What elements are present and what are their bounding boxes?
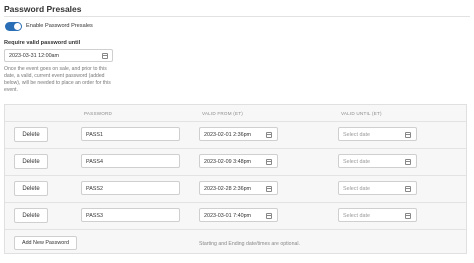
valid-from-value: 2023-03-01 7:40pm [204,213,252,219]
require-until-date-field[interactable]: 2023-03-31 12:00am [4,49,113,62]
valid-until-input[interactable]: Select date [338,181,417,195]
valid-from-input[interactable]: 2023-02-01 2:36pm [199,127,278,141]
password-input[interactable]: PASS3 [81,208,180,222]
delete-button[interactable]: Delete [14,127,48,142]
valid-from-input[interactable]: 2023-03-01 7:40pm [199,208,278,222]
valid-until-placeholder: Select date [343,186,370,192]
calendar-icon [405,212,411,219]
optional-dates-note: Starting and Ending date/times are optio… [199,241,300,247]
toggle-knob [14,23,21,30]
calendar-icon [405,131,411,138]
password-value: PASS4 [86,159,103,165]
table-row: Delete PASS2 2023-02-28 2:36pm Select da… [5,175,466,202]
valid-from-value: 2023-02-01 2:36pm [204,132,252,138]
password-table: PASSWORD VALID FROM (ET) VALID UNTIL (ET… [4,104,467,254]
require-until-label: Require valid password until [4,40,81,46]
section-title: Password Presales [4,4,82,14]
header-valid-from: VALID FROM (ET) [202,111,243,116]
calendar-icon [266,158,272,165]
valid-until-placeholder: Select date [343,213,370,219]
password-input[interactable]: PASS4 [81,154,180,168]
table-row: Delete PASS1 2023-02-01 2:36pm Select da… [5,121,466,148]
password-input[interactable]: PASS2 [81,181,180,195]
delete-button[interactable]: Delete [14,181,48,196]
header-valid-until: VALID UNTIL (ET) [341,111,382,116]
valid-until-placeholder: Select date [343,159,370,165]
toggle-label: Enable Password Presales [26,23,93,29]
header-password: PASSWORD [84,111,113,116]
password-value: PASS3 [86,213,103,219]
calendar-icon [102,53,108,59]
delete-button[interactable]: Delete [14,154,48,169]
calendar-icon [405,185,411,192]
valid-until-input[interactable]: Select date [338,154,417,168]
valid-until-input[interactable]: Select date [338,127,417,141]
table-row: Delete PASS3 2023-03-01 7:40pm Select da… [5,202,466,229]
calendar-icon [266,185,272,192]
table-footer: Add New Password Starting and Ending dat… [5,229,466,255]
valid-from-value: 2023-02-09 3:48pm [204,159,252,165]
help-text: Once the event goes on sale, and prior t… [4,66,111,93]
enable-presales-toggle[interactable] [5,22,22,31]
valid-until-input[interactable]: Select date [338,208,417,222]
password-value: PASS1 [86,132,103,138]
require-until-value: 2023-03-31 12:00am [9,53,60,59]
calendar-icon [266,212,272,219]
valid-from-value: 2023-02-28 2:36pm [204,186,252,192]
password-input[interactable]: PASS1 [81,127,180,141]
section-divider [4,16,470,17]
valid-until-placeholder: Select date [343,132,370,138]
calendar-icon [405,158,411,165]
add-new-password-button[interactable]: Add New Password [14,236,77,250]
calendar-icon [266,131,272,138]
valid-from-input[interactable]: 2023-02-28 2:36pm [199,181,278,195]
delete-button[interactable]: Delete [14,208,48,223]
valid-from-input[interactable]: 2023-02-09 3:48pm [199,154,278,168]
password-value: PASS2 [86,186,103,192]
table-row: Delete PASS4 2023-02-09 3:48pm Select da… [5,148,466,175]
